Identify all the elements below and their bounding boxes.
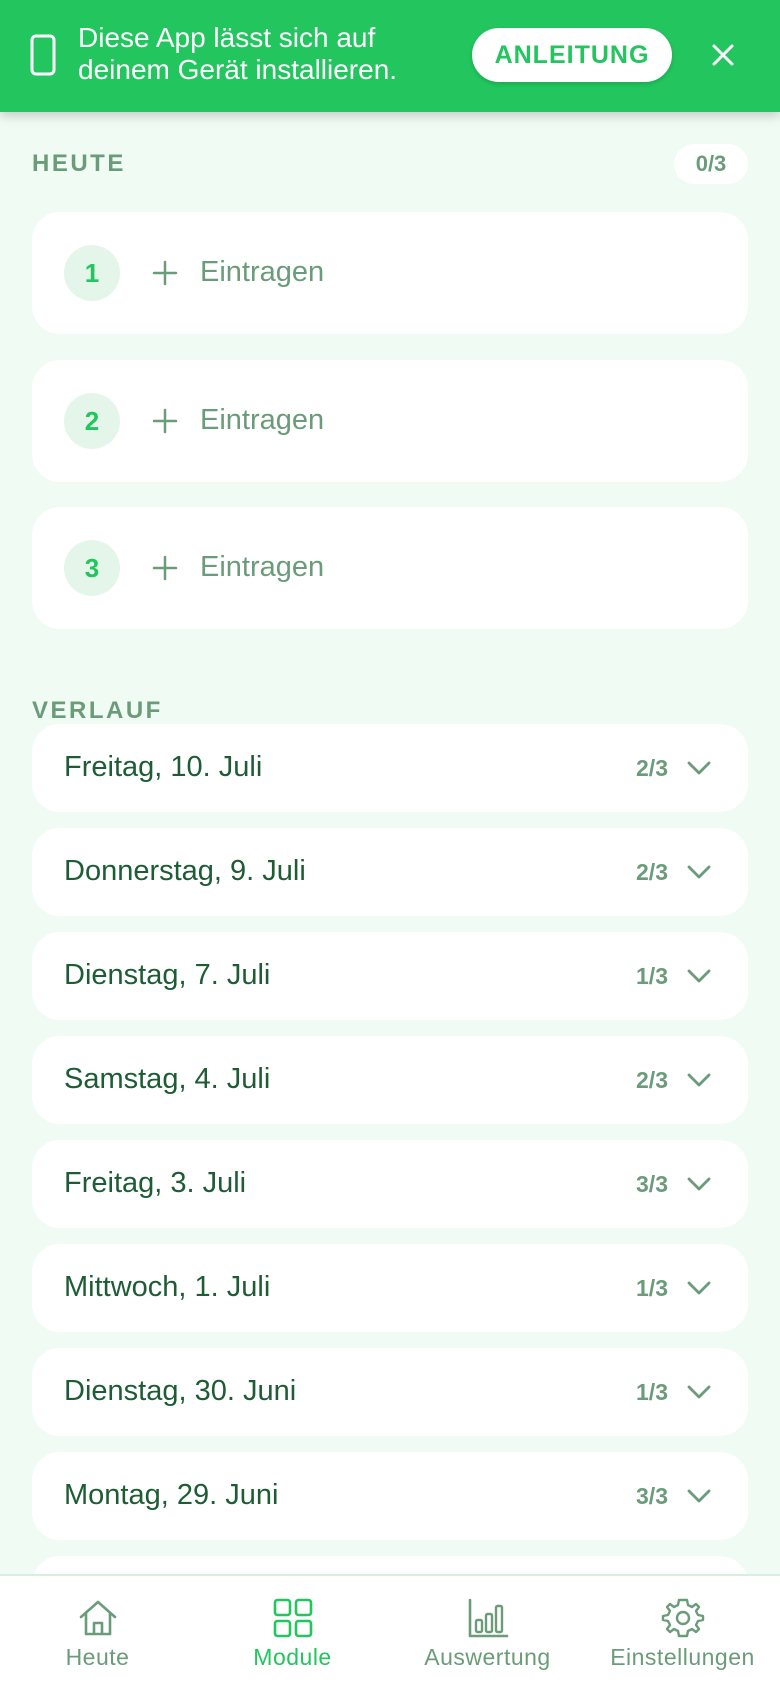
history-date: Dienstag, 7. Juli	[64, 959, 271, 991]
history-score: 3/3	[636, 1483, 668, 1509]
nav-item-heute[interactable]: Heute	[0, 1576, 195, 1688]
entry-slot-2[interactable]: 2 Eintragen	[32, 360, 748, 482]
history-day-row[interactable]: Donnerstag, 9. Juli 2/3	[32, 828, 748, 916]
entry-slot-label: Eintragen	[200, 551, 325, 583]
history-date: Freitag, 10. Juli	[64, 751, 263, 783]
guide-button[interactable]: ANLEITUNG	[472, 28, 672, 82]
chevron-down-icon	[687, 865, 711, 879]
chevron-down-icon	[687, 1281, 711, 1295]
history-score: 1/3	[636, 1379, 668, 1405]
chevron-down-icon	[687, 969, 711, 983]
slot-number: 1	[64, 245, 120, 301]
nav-item-module[interactable]: Module	[195, 1576, 390, 1688]
history-score: 3/3	[636, 1171, 668, 1197]
smartphone-icon	[30, 34, 56, 76]
chevron-down-icon	[687, 1177, 711, 1191]
nav-item-einstellungen[interactable]: Einstellungen	[585, 1576, 780, 1688]
plus-icon	[152, 260, 178, 286]
history-score: 1/3	[636, 1275, 668, 1301]
history-day-row[interactable]: Montag, 29. Juni 3/3	[32, 1452, 748, 1540]
history-section-title: VERLAUF	[32, 697, 163, 724]
history-date: Montag, 29. Juni	[64, 1479, 279, 1511]
history-date: Donnerstag, 9. Juli	[64, 855, 306, 887]
history-date: Freitag, 3. Juli	[64, 1167, 247, 1199]
today-count-badge: 0/3	[674, 144, 748, 184]
history-date: Mittwoch, 1. Juli	[64, 1271, 271, 1303]
nav-label: Module	[253, 1644, 332, 1670]
history-day-row[interactable]: Freitag, 10. Juli 2/3	[32, 724, 748, 812]
nav-label: Auswertung	[424, 1644, 551, 1670]
entry-slot-3[interactable]: 3 Eintragen	[32, 507, 748, 629]
chevron-down-icon	[687, 1385, 711, 1399]
home-icon	[79, 1600, 116, 1636]
history-day-row[interactable]: Samstag, 4. Juli 2/3	[32, 1036, 748, 1124]
history-day-row[interactable]: Freitag, 3. Juli 3/3	[32, 1140, 748, 1228]
entry-slot-label: Eintragen	[200, 404, 325, 436]
history-score: 2/3	[636, 755, 668, 781]
history-date: Samstag, 4. Juli	[64, 1063, 271, 1095]
plus-icon	[152, 555, 178, 581]
history-score: 2/3	[636, 1067, 668, 1093]
grid-icon	[273, 1598, 312, 1638]
nav-label: Einstellungen	[610, 1644, 755, 1670]
install-banner: Diese App lässt sich auf deinem Gerät in…	[0, 0, 780, 112]
nav-item-auswertung[interactable]: Auswertung	[390, 1576, 585, 1688]
close-icon[interactable]	[708, 40, 738, 70]
plus-icon	[152, 408, 178, 434]
bar-chart-icon	[468, 1598, 508, 1638]
slot-number: 3	[64, 540, 120, 596]
history-score: 1/3	[636, 963, 668, 989]
chevron-down-icon	[687, 761, 711, 775]
slot-number: 2	[64, 393, 120, 449]
nav-label: Heute	[65, 1644, 130, 1670]
today-section-title: HEUTE	[32, 150, 126, 177]
history-day-row[interactable]: Dienstag, 7. Juli 1/3	[32, 932, 748, 1020]
install-message: Diese App lässt sich auf deinem Gerät in…	[78, 22, 398, 85]
history-score: 2/3	[636, 859, 668, 885]
history-day-row[interactable]: Dienstag, 30. Juni 1/3	[32, 1348, 748, 1436]
entry-slot-label: Eintragen	[200, 256, 325, 288]
entry-slot-1[interactable]: 1 Eintragen	[32, 212, 748, 334]
gear-icon	[661, 1598, 704, 1638]
history-date: Dienstag, 30. Juni	[64, 1375, 297, 1407]
chevron-down-icon	[687, 1073, 711, 1087]
bottom-navigation: Heute Module Auswertung Einstellungen	[0, 1574, 780, 1688]
chevron-down-icon	[687, 1489, 711, 1503]
history-day-row[interactable]: Mittwoch, 1. Juli 1/3	[32, 1244, 748, 1332]
